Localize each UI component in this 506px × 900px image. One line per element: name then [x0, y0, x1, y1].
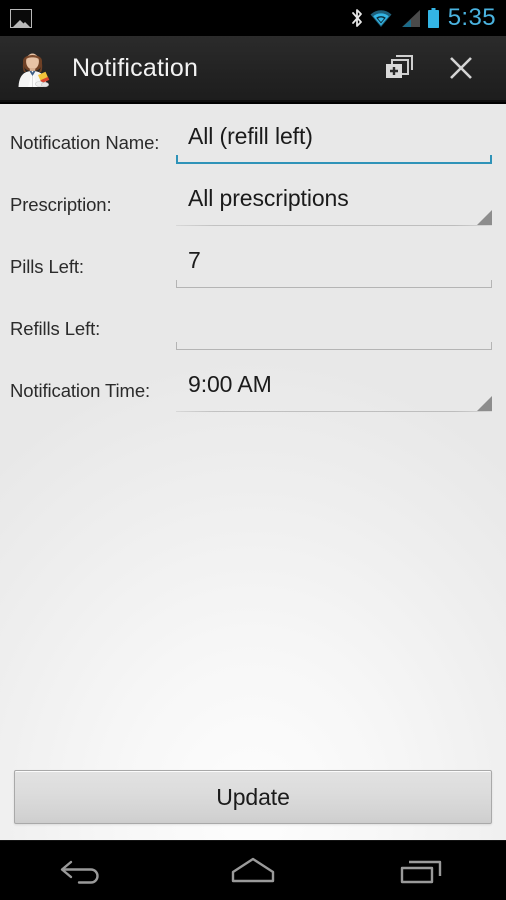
nav-recents-button[interactable]: [372, 846, 472, 896]
notification-name-input[interactable]: All (refill left): [176, 116, 492, 170]
action-bar-actions: [382, 51, 492, 85]
form-row-notification-name: Notification Name: All (refill left): [0, 116, 506, 178]
recents-icon: [400, 860, 441, 883]
bluetooth-icon: [351, 9, 362, 27]
field-underline: [176, 280, 492, 288]
focused-underline: [176, 155, 492, 164]
notification-name-label: Notification Name:: [10, 132, 160, 153]
status-bar-clock: 5:35: [447, 4, 496, 31]
back-arrow-icon: [61, 860, 100, 884]
prescription-spinner[interactable]: All prescriptions: [176, 178, 492, 232]
notification-form: Notification Name: All (refill left) Pre…: [0, 104, 506, 426]
notification-time-value: 9:00 AM: [188, 371, 272, 397]
status-bar: 5:35: [0, 0, 506, 36]
update-button[interactable]: Update: [14, 770, 492, 824]
status-bar-notifications: [10, 8, 32, 28]
nav-home-button[interactable]: [203, 846, 303, 896]
status-bar-system-icons: 5:35: [351, 6, 498, 30]
field-underline: [176, 342, 492, 350]
footer-actions: Update: [0, 770, 506, 824]
home-icon: [231, 857, 275, 882]
prescription-label: Prescription:: [10, 194, 112, 215]
spinner-underline: [176, 411, 492, 412]
photo-icon: [10, 8, 32, 28]
pills-left-input[interactable]: 7: [176, 240, 492, 294]
add-new-icon: [386, 55, 413, 78]
form-row-pills-left: Pills Left: 7: [0, 240, 506, 302]
prescription-value: All prescriptions: [188, 185, 349, 211]
spinner-dropdown-arrow-icon: [477, 210, 492, 225]
cell-signal-icon: [401, 9, 420, 27]
pharmacist-app-icon[interactable]: [12, 47, 54, 89]
add-new-notification-button[interactable]: [382, 51, 416, 85]
close-button[interactable]: [444, 51, 478, 85]
battery-icon: [427, 7, 439, 28]
navigation-bar: [0, 840, 506, 900]
spinner-dropdown-arrow-icon: [477, 396, 492, 411]
wifi-icon: [370, 9, 392, 27]
refills-left-input[interactable]: [176, 302, 492, 356]
close-x-icon: [450, 57, 472, 79]
form-row-notification-time: Notification Time: 9:00 AM: [0, 364, 506, 426]
page-title: Notification: [72, 53, 199, 82]
notification-name-value: All (refill left): [188, 123, 313, 149]
notification-time-spinner[interactable]: 9:00 AM: [176, 364, 492, 418]
pills-left-value: 7: [188, 247, 201, 273]
notification-time-label: Notification Time:: [10, 380, 151, 401]
pills-left-label: Pills Left:: [10, 256, 84, 277]
form-row-refills-left: Refills Left:: [0, 302, 506, 364]
form-content: Notification Name: All (refill left) Pre…: [0, 104, 506, 840]
spinner-underline: [176, 225, 492, 226]
nav-back-button[interactable]: [34, 846, 134, 896]
android-screen: 5:35 Notification Notification Name: All…: [0, 0, 506, 900]
refills-left-label: Refills Left:: [10, 318, 101, 339]
form-row-prescription: Prescription: All prescriptions: [0, 178, 506, 240]
action-bar: Notification: [0, 36, 506, 102]
